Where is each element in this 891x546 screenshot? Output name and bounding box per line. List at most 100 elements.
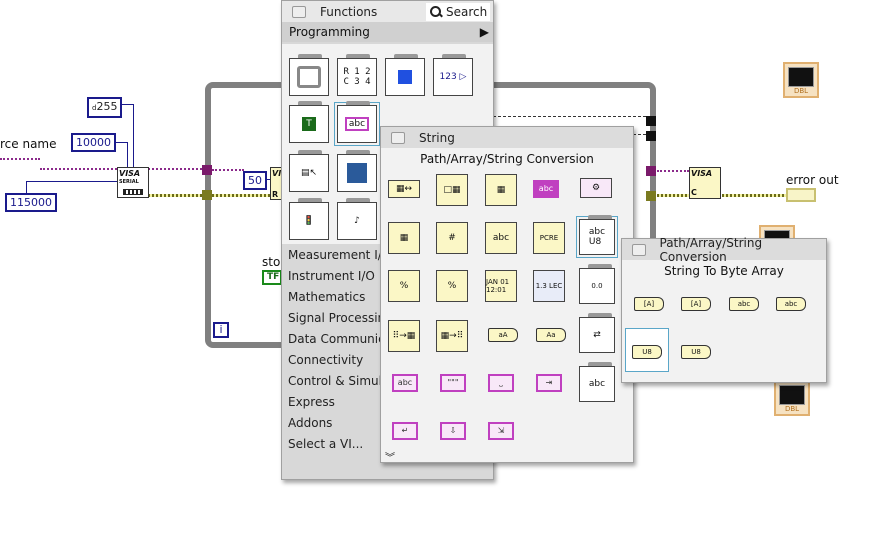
category-signal-processing[interactable]: Signal Processing xyxy=(288,311,393,325)
path-array-string-conversion-icon[interactable]: abc U8 xyxy=(576,215,618,258)
refnum-wire xyxy=(148,168,206,170)
string-length-icon[interactable]: ▦↔ xyxy=(388,180,420,198)
match-pattern-icon[interactable]: abc xyxy=(485,222,517,254)
category-data-communication[interactable]: Data Communica xyxy=(288,332,392,346)
error-tunnel xyxy=(202,190,212,200)
resource-wire xyxy=(40,168,120,170)
waveform-icon[interactable]: 🚦 xyxy=(289,198,329,240)
error-wire xyxy=(148,194,208,197)
error-tunnel-out xyxy=(646,191,656,201)
array-icon[interactable]: R 1 2C 3 4 xyxy=(337,54,377,96)
search-button[interactable]: Search xyxy=(426,3,490,21)
pin-icon[interactable] xyxy=(632,243,646,256)
graphics-sound-icon[interactable]: ♪ xyxy=(337,198,377,240)
line-feed-icon[interactable]: ⇩ xyxy=(440,422,466,440)
pin-icon[interactable] xyxy=(292,5,306,18)
conversion-palette-header: Path/Array/String Conversion xyxy=(622,236,826,264)
visa-configure-serial-node[interactable]: VISA SERIAL xyxy=(117,167,149,198)
string-subset-icon[interactable]: ▦ xyxy=(485,174,517,206)
numeric-wire xyxy=(133,104,134,168)
hover-label: String To Byte Array xyxy=(664,264,784,278)
error-wire xyxy=(722,194,787,197)
to-lower-case-icon[interactable]: aA xyxy=(488,328,518,342)
category-instrument-io[interactable]: Instrument I/O xyxy=(288,269,375,283)
shift-register xyxy=(646,131,656,141)
xml-icon[interactable]: ⇄ xyxy=(579,313,615,353)
resource-name-label: rce name xyxy=(0,137,57,151)
spreadsheet-to-array-icon[interactable]: ⠿→▦ xyxy=(388,320,420,352)
category-express[interactable]: Express xyxy=(288,395,335,409)
error-out-indicator[interactable] xyxy=(786,188,816,202)
category-connectivity[interactable]: Connectivity xyxy=(288,353,363,367)
resource-wire xyxy=(0,158,40,160)
format-into-string-icon[interactable]: % xyxy=(388,270,420,302)
end-of-line-icon[interactable]: ⇲ xyxy=(488,422,514,440)
hover-label: Path/Array/String Conversion xyxy=(420,152,594,166)
refnum-tunnel xyxy=(202,165,212,175)
path-to-array-icon[interactable]: [A] xyxy=(681,297,711,311)
array-to-spreadsheet-icon[interactable]: ▦→⠿ xyxy=(436,320,468,352)
path-to-string-icon[interactable]: abc xyxy=(729,297,759,311)
graph-icon xyxy=(788,67,814,87)
stop-constant[interactable]: TF xyxy=(262,270,282,285)
string-to-path-icon[interactable]: abc xyxy=(776,297,806,311)
number-string-conversion-icon[interactable]: 0.0 xyxy=(579,264,615,304)
cluster-icon[interactable] xyxy=(385,54,425,96)
string-settings-icon[interactable]: ⚙ xyxy=(580,178,612,198)
category-mathematics[interactable]: Mathematics xyxy=(288,290,365,304)
category-addons[interactable]: Addons xyxy=(288,416,332,430)
serial-port-icon xyxy=(123,189,143,195)
error-wire xyxy=(657,194,689,197)
waveform-graph-terminal[interactable]: DBL xyxy=(783,62,819,98)
shift-register xyxy=(646,116,656,126)
numeric-icon[interactable]: 123 ▷ xyxy=(433,54,473,96)
array-to-path-icon[interactable]: [A] xyxy=(634,297,664,311)
match-regex-icon[interactable]: PCRE xyxy=(533,222,565,254)
string-to-byte-array-icon[interactable]: U8 xyxy=(632,345,662,359)
refnum-tunnel-out xyxy=(646,166,656,176)
constant-50[interactable]: 50 xyxy=(243,171,267,190)
tab-constant-icon[interactable]: ⇥ xyxy=(536,374,562,392)
string-palette-header: String xyxy=(381,127,633,148)
expand-arrow-icon: ▶ xyxy=(479,25,489,39)
dialog-ui-icon[interactable]: ▤↖ xyxy=(289,150,329,192)
search-icon xyxy=(430,6,442,18)
concatenate-strings-icon[interactable]: □▦ xyxy=(436,174,468,206)
category-select-a-vi[interactable]: Select a VI... xyxy=(288,437,363,451)
waveform-graph-terminal[interactable]: DBL xyxy=(774,380,810,416)
category-control-simulation[interactable]: Control & Simula xyxy=(288,374,389,388)
to-upper-case-icon[interactable]: Aa xyxy=(536,328,566,342)
additional-string-functions-icon[interactable]: abc xyxy=(579,362,615,402)
replace-substring-icon[interactable]: ▦ xyxy=(388,222,420,254)
dashed-wire xyxy=(493,116,646,117)
functions-palette-header: Functions Search xyxy=(282,1,493,22)
file-io-icon[interactable] xyxy=(337,150,377,192)
string-constant-icon[interactable]: """ xyxy=(440,374,466,392)
constant-115000[interactable]: 115000 xyxy=(5,193,57,212)
constant-10000[interactable]: 10000 xyxy=(71,133,116,152)
byte-array-to-string-icon[interactable]: U8 xyxy=(681,345,711,359)
refnum-wire xyxy=(657,170,689,172)
structures-icon[interactable] xyxy=(289,54,329,96)
iteration-terminal: i xyxy=(213,322,229,338)
constant-255[interactable]: d255 xyxy=(87,97,123,118)
empty-string-constant-icon[interactable]: abc xyxy=(392,374,418,392)
category-measurement-io[interactable]: Measurement I/O xyxy=(288,248,391,262)
numeric-wire xyxy=(26,181,118,182)
string-icon[interactable]: abc xyxy=(334,101,380,146)
carriage-return-icon[interactable]: ↵ xyxy=(392,422,418,440)
scan-from-string-icon[interactable]: % xyxy=(436,270,468,302)
programming-section-header[interactable]: Programming ▶ xyxy=(282,22,493,42)
string-constant-array-icon[interactable]: abc xyxy=(533,180,559,198)
space-constant-icon[interactable]: ⎵ xyxy=(488,374,514,392)
numeric-wire xyxy=(127,142,128,168)
boolean-icon[interactable]: T xyxy=(289,101,329,143)
format-date-time-icon[interactable]: JAN 01 12:01 xyxy=(485,270,517,302)
search-replace-icon[interactable]: # xyxy=(436,222,468,254)
graph-icon xyxy=(779,385,805,405)
visa-close-node[interactable]: VISA C xyxy=(689,167,721,199)
localization-icon[interactable]: 1.3 LEC xyxy=(533,270,565,302)
error-out-label: error out xyxy=(786,173,839,187)
pin-icon[interactable] xyxy=(391,131,405,144)
more-chevron-icon[interactable]: ︾ xyxy=(385,449,395,464)
